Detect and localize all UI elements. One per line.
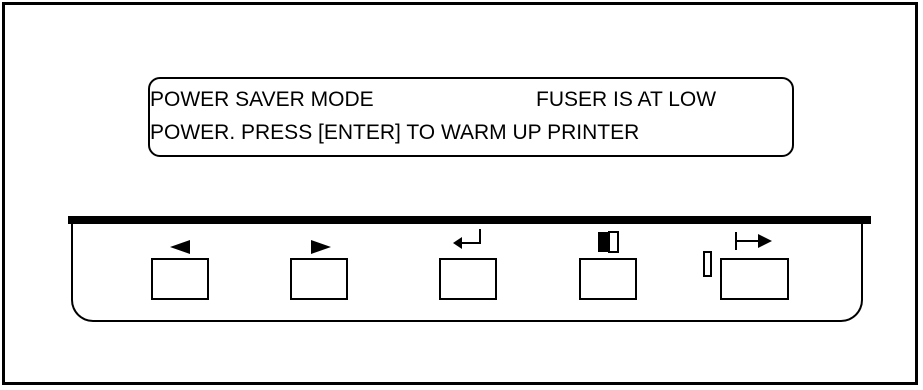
enter-button[interactable] <box>439 258 497 300</box>
left-arrow-icon <box>170 240 190 254</box>
right-arrow-button[interactable] <box>290 258 348 300</box>
menu-icon <box>598 231 619 253</box>
online-button[interactable] <box>720 258 789 300</box>
online-icon <box>735 232 772 250</box>
menu-button[interactable] <box>579 258 637 300</box>
diagram-frame <box>2 2 918 385</box>
enter-icon <box>453 229 481 249</box>
display-line2: POWER. PRESS [ENTER] TO WARM UP PRINTER <box>150 121 640 144</box>
lcd-display: POWER SAVER MODE FUSER IS AT LOW POWER. … <box>148 77 794 157</box>
display-line1-right: FUSER IS AT LOW <box>536 88 717 111</box>
left-arrow-button[interactable] <box>151 258 209 300</box>
display-line1-left: POWER SAVER MODE <box>150 88 374 111</box>
right-arrow-icon <box>311 240 331 254</box>
online-indicator-light <box>703 251 712 277</box>
